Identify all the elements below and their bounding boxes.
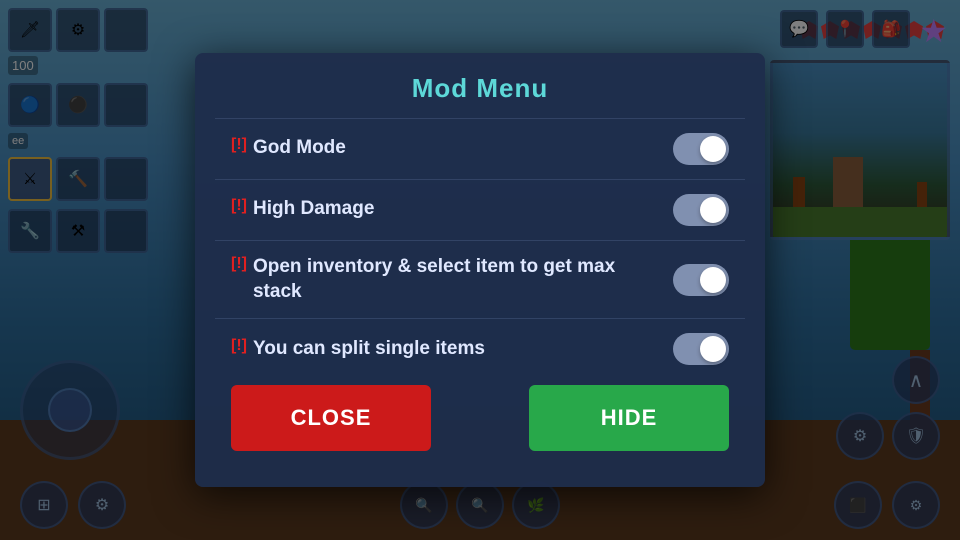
mod-item-split: [!] You can split single items <box>215 318 745 379</box>
hide-button[interactable]: HIDE <box>529 385 729 451</box>
mod-warning-2: [!] <box>231 197 247 215</box>
toggle-high-damage[interactable] <box>673 194 729 226</box>
mod-item-high-damage: [!] High Damage <box>215 179 745 240</box>
mod-menu-body: [!] God Mode [!] High Damage [!] Open in… <box>195 118 765 487</box>
mod-item-high-damage-label: [!] High Damage <box>231 197 673 222</box>
mod-item-split-label: [!] You can split single items <box>231 337 673 362</box>
mod-menu-buttons: CLOSE HIDE <box>215 379 745 467</box>
toggle-split[interactable] <box>673 333 729 365</box>
mod-item-god-mode-label: [!] God Mode <box>231 136 673 161</box>
toggle-max-stack[interactable] <box>673 264 729 296</box>
mod-menu-dialog: Mod Menu [!] God Mode [!] High Damage <box>195 53 765 487</box>
mod-warning-4: [!] <box>231 337 247 355</box>
mod-text-high-damage: High Damage <box>253 197 374 222</box>
mod-text-max-stack: Open inventory & select item to get max … <box>253 255 653 304</box>
mod-text-god-mode: God Mode <box>253 136 346 161</box>
mod-menu-title: Mod Menu <box>195 53 765 118</box>
mod-warning-3: [!] <box>231 255 247 273</box>
mod-item-god-mode: [!] God Mode <box>215 118 745 179</box>
mod-item-max-stack-label: [!] Open inventory & select item to get … <box>231 255 673 304</box>
modal-overlay: Mod Menu [!] God Mode [!] High Damage <box>0 0 960 540</box>
mod-text-split: You can split single items <box>253 337 485 362</box>
mod-warning-1: [!] <box>231 136 247 154</box>
toggle-god-mode[interactable] <box>673 133 729 165</box>
close-button[interactable]: CLOSE <box>231 385 431 451</box>
mod-item-max-stack: [!] Open inventory & select item to get … <box>215 240 745 318</box>
